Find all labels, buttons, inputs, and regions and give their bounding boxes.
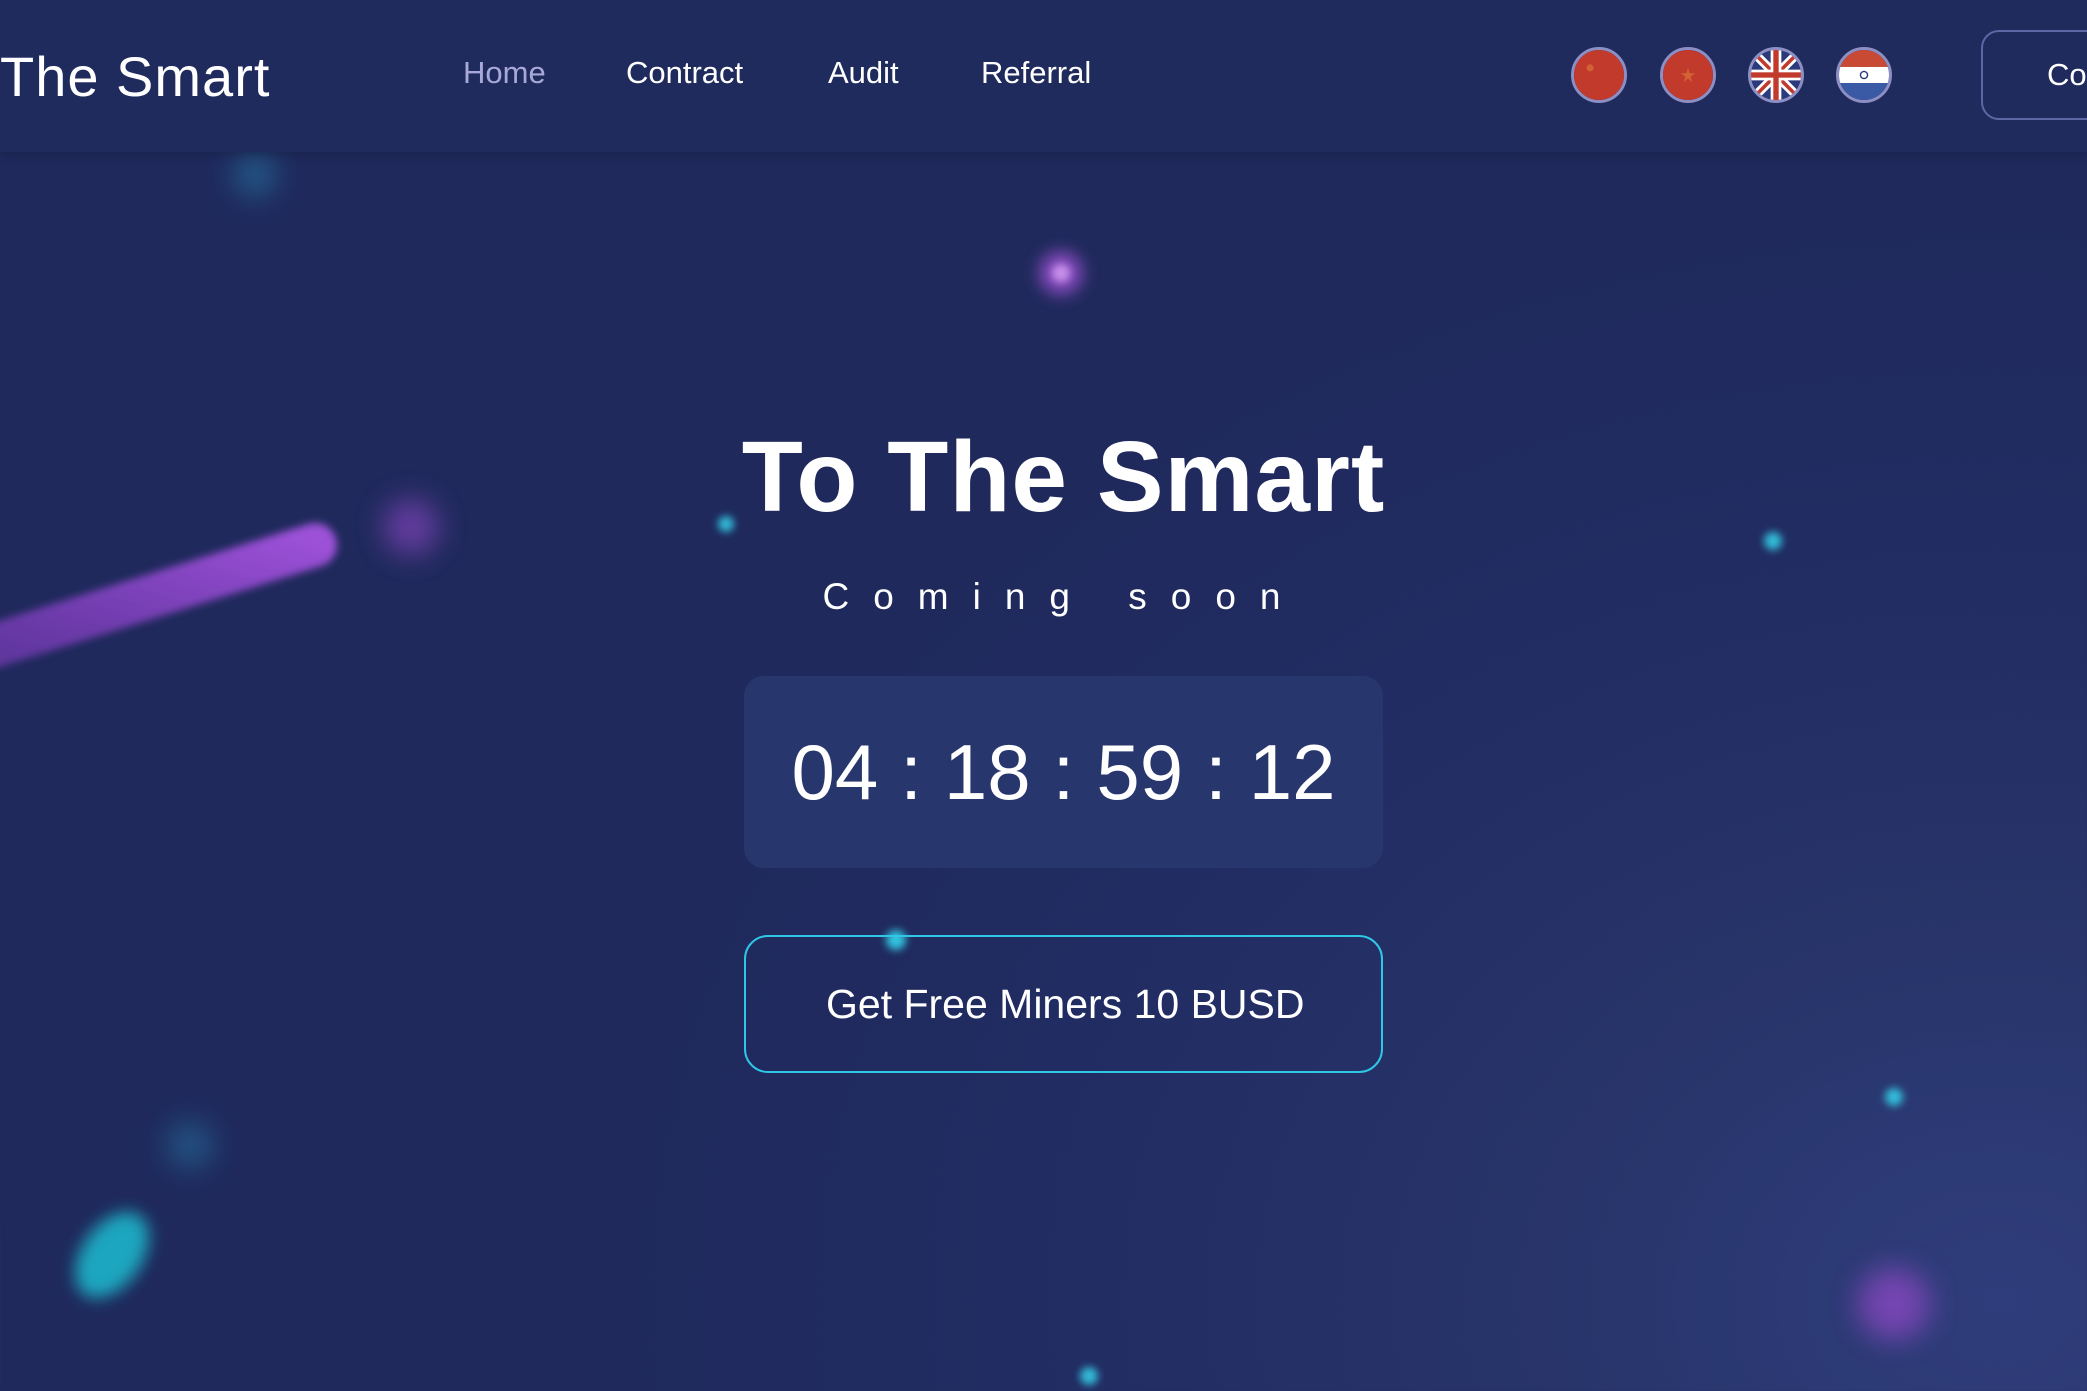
china-flag-icon[interactable]	[1571, 47, 1627, 103]
logo[interactable]: The Smart	[0, 44, 270, 109]
cyan-orb	[75, 1212, 149, 1298]
countdown-separator: :	[1052, 727, 1075, 816]
countdown-separator: :	[1205, 727, 1227, 816]
site-header: The Smart Home Contract Audit Referral C…	[0, 0, 2087, 152]
countdown-hours: 18	[943, 727, 1031, 816]
nav-contract[interactable]: Contract	[626, 55, 743, 91]
countdown-timer: 04 : 18 : 59 : 12	[744, 676, 1383, 868]
nav-home[interactable]: Home	[463, 55, 546, 91]
countdown-minutes: 59	[1096, 727, 1184, 816]
connect-wallet-button[interactable]: Co	[1981, 30, 2087, 120]
nav-audit[interactable]: Audit	[828, 55, 899, 91]
cyan-dot	[1885, 1088, 1903, 1106]
vietnam-flag-icon[interactable]	[1660, 47, 1716, 103]
cyan-orb	[166, 1121, 214, 1169]
purple-orb	[1039, 251, 1083, 295]
purple-orb	[1052, 264, 1070, 282]
purple-orb	[1858, 1268, 1930, 1340]
cyan-dot	[1080, 1367, 1098, 1385]
india-flag-icon[interactable]	[1836, 47, 1892, 103]
countdown-days: 04	[791, 727, 879, 816]
countdown-seconds: 12	[1248, 727, 1336, 816]
countdown-separator: :	[900, 727, 922, 816]
get-free-miners-button[interactable]: Get Free Miners 10 BUSD	[744, 935, 1383, 1073]
nav-referral[interactable]: Referral	[981, 55, 1091, 91]
cyan-orb	[233, 153, 277, 197]
hero-subtitle: Coming soon	[822, 576, 1305, 617]
hero-title: To The Smart	[741, 421, 1386, 533]
uk-flag-icon[interactable]	[1748, 47, 1804, 103]
